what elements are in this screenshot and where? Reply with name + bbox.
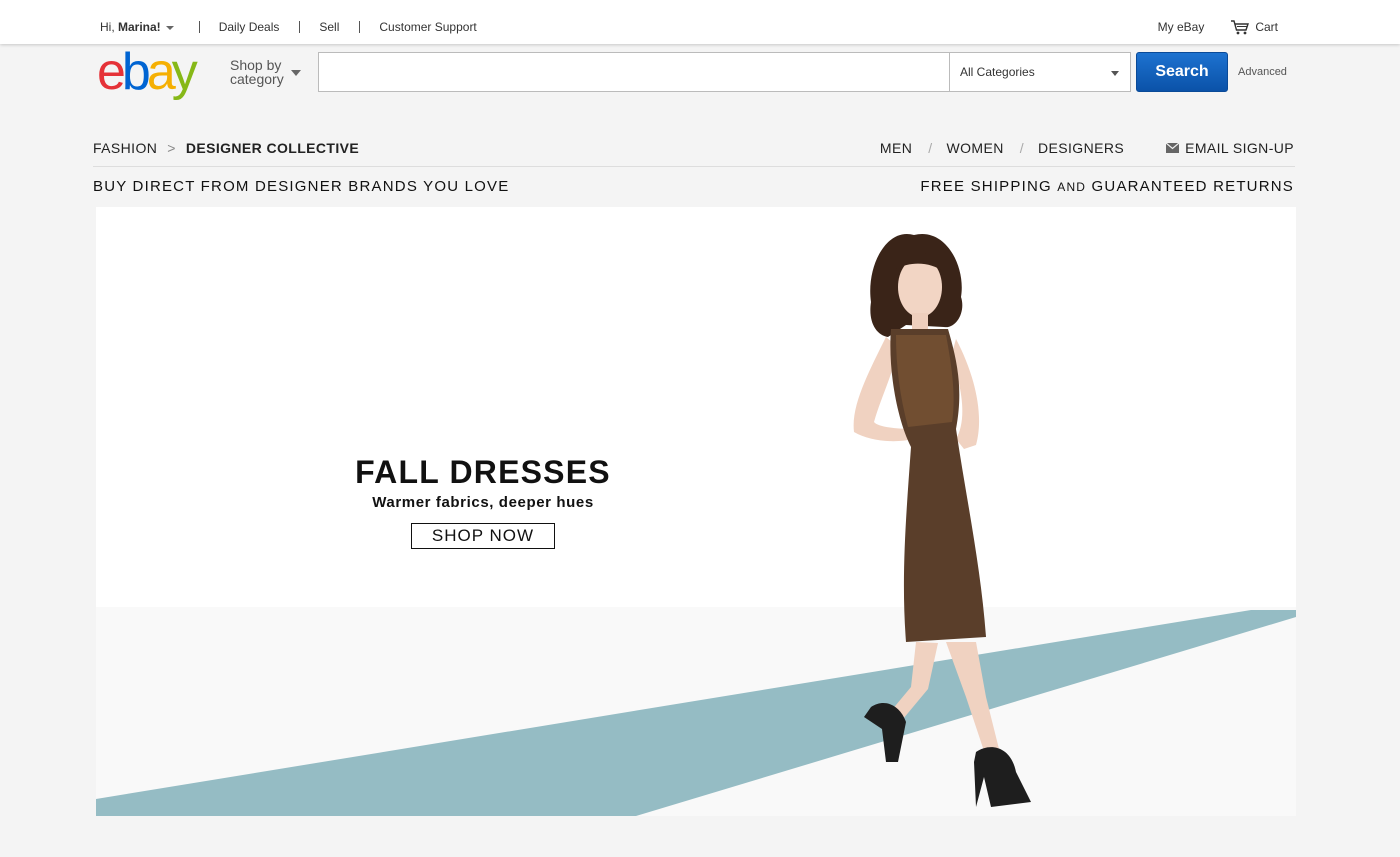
tagline-returns: GUARANTEED RETURNS: [1086, 178, 1294, 195]
email-signup-link[interactable]: EMAIL SIGN-UP: [1166, 140, 1294, 156]
caret-down-icon: [165, 25, 174, 30]
logo-letter-b: b: [121, 43, 151, 101]
advanced-search-link[interactable]: Advanced: [1238, 66, 1287, 78]
category-select-value: All Categories: [960, 65, 1035, 79]
my-ebay-link[interactable]: My eBay: [1158, 20, 1205, 34]
ebay-logo[interactable]: ebay: [97, 43, 198, 101]
divider: [198, 21, 200, 33]
sell-link[interactable]: Sell: [319, 20, 339, 34]
tagline-left: BUY DIRECT FROM DESIGNER BRANDS YOU LOVE: [93, 178, 510, 195]
subnav-designers[interactable]: DESIGNERS: [1038, 140, 1124, 156]
user-name: Marina!: [118, 20, 161, 34]
envelope-icon: [1166, 143, 1180, 153]
model-photo: [853, 233, 1031, 807]
hero-banner[interactable]: FALL DRESSES Warmer fabrics, deeper hues…: [96, 207, 1296, 816]
cart-link[interactable]: Cart: [1230, 19, 1278, 35]
customer-support-link[interactable]: Customer Support: [379, 20, 476, 34]
subnav-women[interactable]: WOMEN: [947, 140, 1004, 156]
tagline-and: AND: [1057, 180, 1087, 194]
header: ebay Shop by category All Categories Sea…: [0, 44, 1400, 104]
hero-subtitle: Warmer fabrics, deeper hues: [372, 494, 594, 511]
category-select[interactable]: All Categories: [949, 52, 1131, 92]
tagline-free-shipping: FREE SHIPPING: [920, 178, 1058, 195]
breadcrumb-fashion[interactable]: FASHION: [93, 140, 157, 156]
top-bar: Hi, Marina! Daily Deals Sell Customer Su…: [0, 0, 1400, 44]
user-greeting[interactable]: Hi, Marina!: [100, 20, 174, 34]
daily-deals-link[interactable]: Daily Deals: [219, 20, 280, 34]
shop-by-category-button[interactable]: Shop by category: [230, 57, 301, 87]
logo-letter-a: a: [146, 43, 176, 101]
top-bar-right: My eBay Cart: [1158, 19, 1278, 35]
cart-icon: [1231, 20, 1250, 35]
breadcrumb-separator: >: [167, 140, 176, 156]
greeting-prefix: Hi,: [100, 20, 118, 34]
designer-subnav: MEN / WOMEN / DESIGNERS EMAIL SIGN-UP: [880, 140, 1294, 156]
hero-text: FALL DRESSES Warmer fabrics, deeper hues…: [326, 453, 640, 549]
logo-letter-y: y: [171, 43, 198, 101]
hero-title: FALL DRESSES: [355, 454, 611, 490]
category-label: category: [230, 71, 284, 87]
email-signup-label: EMAIL SIGN-UP: [1185, 140, 1294, 156]
cart-label: Cart: [1255, 20, 1278, 34]
subnav-separator: /: [1019, 140, 1025, 156]
breadcrumb: FASHION > DESIGNER COLLECTIVE: [93, 140, 359, 156]
breadcrumb-current: DESIGNER COLLECTIVE: [185, 140, 360, 156]
divider: [299, 21, 301, 33]
subnav-separator: /: [928, 140, 933, 156]
caret-down-icon: [1111, 71, 1119, 76]
subnav-men[interactable]: MEN: [880, 140, 912, 156]
search-input[interactable]: [318, 52, 950, 92]
divider: [359, 21, 361, 33]
logo-letter-e: e: [97, 43, 126, 101]
search-button[interactable]: Search: [1136, 52, 1228, 92]
runway-graphic: [96, 207, 1296, 816]
shop-by-label: Shop by: [230, 57, 282, 73]
tagline-right: FREE SHIPPING AND GUARANTEED RETURNS: [920, 178, 1294, 195]
caret-down-icon: [291, 70, 301, 76]
shop-now-button[interactable]: SHOP NOW: [410, 523, 556, 549]
top-bar-left: Hi, Marina! Daily Deals Sell Customer Su…: [100, 20, 477, 34]
divider: [93, 166, 1295, 167]
